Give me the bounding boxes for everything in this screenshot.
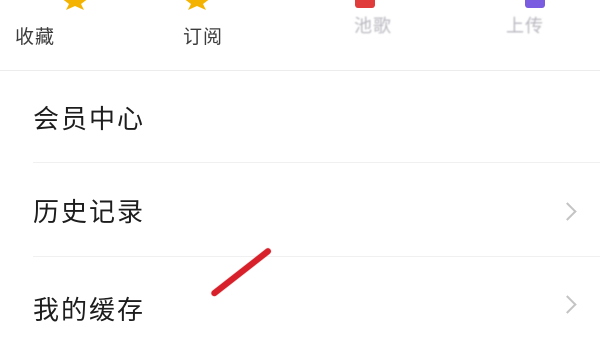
purple-square-icon [525, 0, 545, 8]
menu-item-history[interactable]: 历史记录 [0, 165, 600, 255]
screen: 收藏 订阅 池歌 上传 会员中心 历史记录 我的缓存 [0, 0, 600, 340]
quick-actions-row: 收藏 订阅 池歌 上传 [0, 0, 600, 66]
menu-item-label: 我的缓存 [33, 296, 146, 326]
row-divider [33, 162, 600, 163]
chevron-right-icon [558, 295, 577, 314]
menu-item-vip-center[interactable]: 会员中心 [0, 73, 600, 163]
quick-action-label: 订阅 [182, 26, 223, 48]
quick-action-subscribe[interactable]: 订阅 [150, 0, 300, 66]
row-divider [33, 256, 600, 257]
quick-action-label: 收藏 [14, 26, 55, 48]
star-icon [63, 0, 87, 10]
star-icon [185, 0, 209, 10]
red-square-icon [355, 0, 375, 8]
section-divider [0, 70, 600, 71]
quick-action-upload[interactable]: 上传 [450, 0, 600, 66]
quick-action-label: 池歌 [354, 16, 392, 37]
chevron-right-icon [558, 202, 577, 221]
menu-item-downloads[interactable]: 我的缓存 [0, 258, 600, 340]
quick-action-playlist[interactable]: 池歌 [300, 0, 450, 66]
menu-item-label: 历史记录 [33, 198, 146, 228]
menu-item-label: 会员中心 [33, 105, 146, 135]
quick-action-label: 上传 [506, 16, 544, 37]
